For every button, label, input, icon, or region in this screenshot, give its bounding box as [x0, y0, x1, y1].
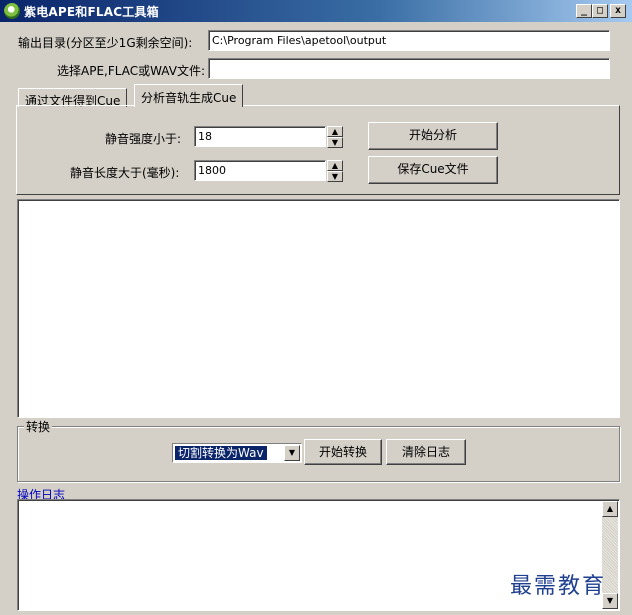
convert-mode-value: 切割转换为Wav — [174, 445, 268, 461]
silence-length-spin-down[interactable]: ▼ — [327, 171, 343, 182]
start-convert-button[interactable]: 开始转换 — [304, 439, 382, 465]
title-bar[interactable]: 紫电APE和FLAC工具箱 _ □ x — [0, 0, 632, 22]
silence-strength-input[interactable]: 18 — [194, 126, 326, 147]
convert-group-title: 转换 — [24, 418, 53, 435]
window-title: 紫电APE和FLAC工具箱 — [24, 5, 159, 19]
clear-log-button[interactable]: 清除日志 — [386, 439, 466, 465]
silence-length-spin-up[interactable]: ▲ — [327, 160, 343, 171]
save-cue-button[interactable]: 保存Cue文件 — [368, 156, 498, 184]
tab-analyze-tracks[interactable]: 分析音轨生成Cue — [134, 84, 244, 107]
output-dir-label: 输出目录(分区至少1G剩余空间): — [18, 36, 193, 50]
watermark: 最需教育 — [510, 574, 607, 599]
silence-length-label: 静音长度大于(毫秒): — [70, 166, 180, 180]
silence-strength-spin-down[interactable]: ▼ — [327, 137, 343, 148]
start-analysis-button[interactable]: 开始分析 — [368, 122, 498, 150]
close-button[interactable]: x — [610, 4, 626, 18]
minimize-button[interactable]: _ — [576, 4, 592, 18]
maximize-button[interactable]: □ — [592, 4, 608, 18]
scroll-up-icon[interactable]: ▲ — [602, 501, 618, 517]
cue-result-list[interactable] — [17, 199, 620, 418]
silence-strength-label: 静音强度小于: — [105, 132, 182, 146]
app-window: 紫电APE和FLAC工具箱 _ □ x 输出目录(分区至少1G剩余空间): C:… — [0, 0, 632, 615]
chevron-down-icon[interactable]: ▼ — [284, 445, 300, 461]
tab-panel — [16, 105, 620, 195]
output-dir-input[interactable]: C:\Program Files\apetool\output — [208, 30, 610, 51]
silence-length-input[interactable]: 1800 — [194, 160, 326, 181]
select-file-input[interactable] — [208, 58, 610, 79]
app-icon — [4, 3, 20, 19]
convert-mode-select[interactable]: 切割转换为Wav ▼ — [172, 443, 302, 463]
silence-strength-spin-up[interactable]: ▲ — [327, 126, 343, 137]
select-file-label: 选择APE,FLAC或WAV文件: — [57, 64, 205, 78]
